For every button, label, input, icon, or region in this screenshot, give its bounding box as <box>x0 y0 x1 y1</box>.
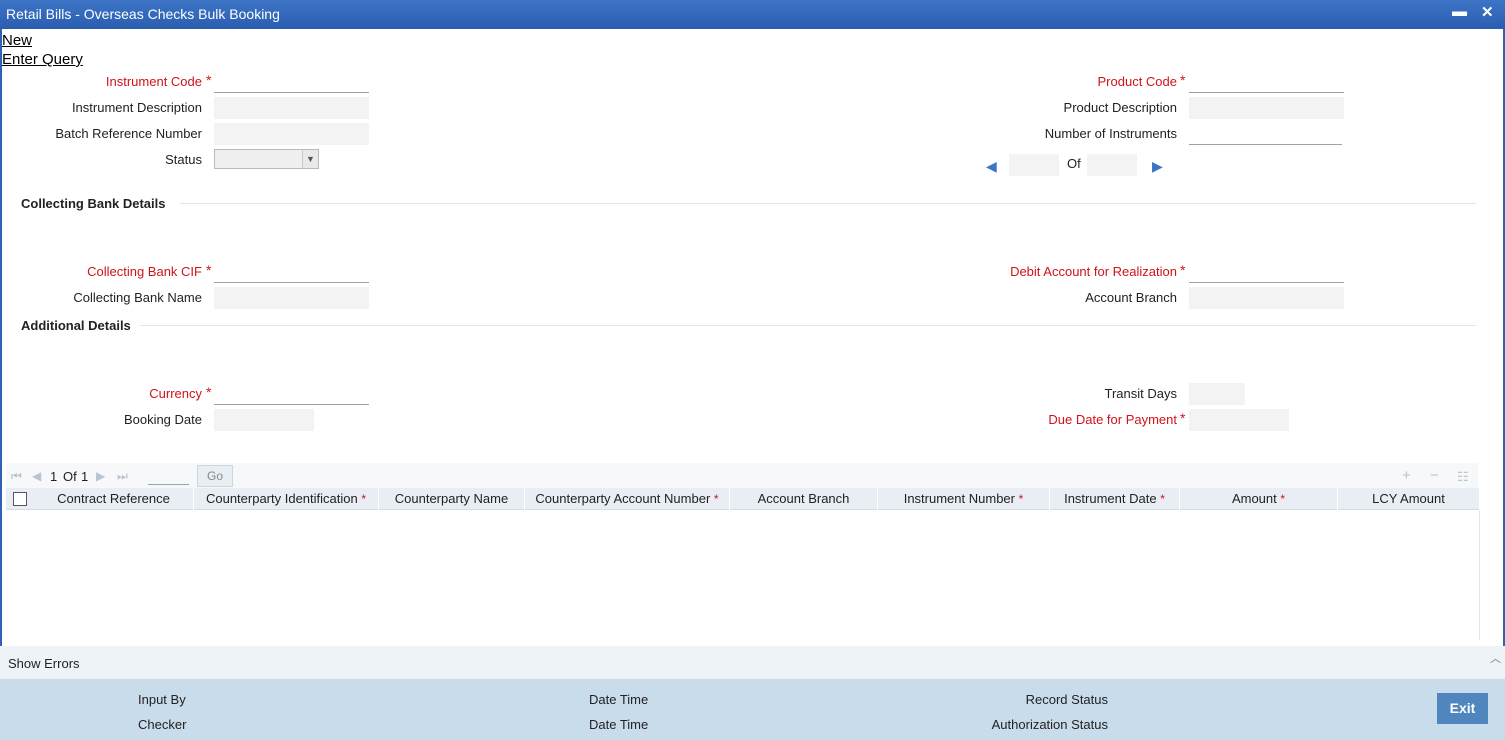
collecting-bank-cif-label: Collecting Bank CIF <box>87 264 202 279</box>
new-link[interactable]: New <box>2 32 32 49</box>
select-all-checkbox[interactable] <box>13 492 27 506</box>
checker-label: Checker <box>138 717 187 732</box>
status-label: Status <box>165 152 202 167</box>
due-date-label: Due Date for Payment <box>1048 412 1177 427</box>
product-code-input[interactable] <box>1189 71 1344 93</box>
required-mark: * <box>1180 72 1186 88</box>
page-number-input[interactable] <box>148 465 189 485</box>
product-description-label: Product Description <box>1063 100 1177 115</box>
required-mark: * <box>206 262 212 278</box>
previous-page-icon[interactable]: ◀ <box>32 469 41 483</box>
instrument-code-label: Instrument Code <box>105 74 202 89</box>
chevron-down-icon: ▼ <box>302 150 318 168</box>
required-mark: * <box>1180 262 1186 278</box>
instrument-description-label: Instrument Description <box>71 100 202 115</box>
previous-icon[interactable]: ◀ <box>986 158 997 175</box>
page-of-label: Of <box>63 469 77 484</box>
transit-days-input[interactable] <box>1189 383 1245 405</box>
exit-button[interactable]: Exit <box>1437 693 1488 724</box>
batch-reference-input[interactable] <box>214 123 369 145</box>
currency-input[interactable] <box>214 383 369 405</box>
column-header-lcy-amount[interactable]: LCY Amount <box>1338 488 1480 510</box>
collecting-bank-name-input[interactable] <box>214 287 369 309</box>
column-header-account-branch[interactable]: Account Branch <box>730 488 878 510</box>
grid-body <box>6 510 1480 640</box>
due-date-input[interactable] <box>1189 409 1289 431</box>
number-of-instruments-label: Number of Instruments <box>1044 126 1177 141</box>
minimize-icon[interactable]: ▬ <box>1452 3 1467 20</box>
authorization-status-label: Authorization Status <box>991 717 1108 732</box>
record-status-label: Record Status <box>1025 692 1108 707</box>
product-description-input[interactable] <box>1189 97 1344 119</box>
status-select[interactable]: ▼ <box>214 149 319 169</box>
required-mark: * <box>1160 492 1165 506</box>
total-instruments-input[interactable] <box>1087 154 1137 176</box>
account-branch-label: Account Branch <box>1085 290 1177 305</box>
close-icon[interactable]: ✕ <box>1481 3 1494 21</box>
transit-days-label: Transit Days <box>1104 386 1177 401</box>
required-mark: * <box>206 72 212 88</box>
collecting-bank-section-title: Collecting Bank Details <box>21 196 166 211</box>
add-row-icon[interactable]: + <box>1402 467 1411 484</box>
account-branch-input[interactable] <box>1189 287 1344 309</box>
currency-label: Currency <box>149 386 202 401</box>
collecting-bank-cif-input[interactable] <box>214 261 369 283</box>
column-header-amount[interactable]: Amount * <box>1180 488 1338 510</box>
required-mark: * <box>1280 492 1286 506</box>
instrument-description-input[interactable] <box>214 97 369 119</box>
enter-query-link[interactable]: Enter Query <box>2 51 83 68</box>
checker-date-time-label: Date Time <box>589 717 649 732</box>
collecting-bank-name-label: Collecting Bank Name <box>73 290 202 305</box>
input-by-label: Input By <box>138 692 186 707</box>
current-instrument-input[interactable] <box>1009 154 1059 176</box>
column-header-counterparty-identification[interactable]: Counterparty Identification * <box>194 488 379 510</box>
section-divider <box>180 203 1476 204</box>
grid-header: Contract Reference Counterparty Identifi… <box>6 488 1480 510</box>
batch-reference-label: Batch Reference Number <box>55 126 202 141</box>
column-header-counterparty-account-number[interactable]: Counterparty Account Number * <box>525 488 730 510</box>
show-errors-bar: Show Errors ︿ <box>0 646 1505 679</box>
booking-date-label: Booking Date <box>123 412 202 427</box>
next-icon[interactable]: ▶ <box>1152 158 1163 175</box>
window-frame-left <box>0 29 2 740</box>
required-mark: * <box>713 492 719 506</box>
required-mark: * <box>206 384 212 400</box>
required-mark: * <box>361 492 367 506</box>
of-label: Of <box>1067 156 1081 171</box>
section-divider <box>140 325 1476 326</box>
additional-details-section-title: Additional Details <box>21 318 131 333</box>
input-date-time-label: Date Time <box>589 692 649 707</box>
required-mark: * <box>1018 492 1024 506</box>
go-button[interactable]: Go <box>197 465 233 487</box>
first-page-icon[interactable]: ⏮ <box>11 469 22 484</box>
required-mark: * <box>1180 410 1186 426</box>
column-header-instrument-number[interactable]: Instrument Number * <box>878 488 1050 510</box>
chevron-up-icon[interactable]: ︿ <box>1490 650 1501 666</box>
product-code-label: Product Code <box>1097 74 1178 89</box>
instrument-code-input[interactable] <box>214 71 369 93</box>
page-total: 1 <box>81 469 89 484</box>
booking-date-input[interactable] <box>214 409 314 431</box>
window-title: Retail Bills - Overseas Checks Bulk Book… <box>6 6 280 22</box>
debit-account-label: Debit Account for Realization <box>1010 264 1177 279</box>
column-header-contract-reference[interactable]: Contract Reference <box>34 488 194 510</box>
window-title-bar: Retail Bills - Overseas Checks Bulk Book… <box>0 0 1505 29</box>
page-current: 1 <box>50 469 58 484</box>
column-header-instrument-date[interactable]: Instrument Date * <box>1050 488 1180 510</box>
last-page-icon[interactable]: ⏭ <box>117 469 128 484</box>
audit-footer: Input By Checker Date Time Date Time Rec… <box>0 679 1505 740</box>
column-header-counterparty-name[interactable]: Counterparty Name <box>379 488 525 510</box>
delete-row-icon[interactable]: − <box>1430 467 1439 484</box>
number-of-instruments-input[interactable] <box>1189 123 1342 145</box>
debit-account-input[interactable] <box>1189 261 1344 283</box>
list-view-icon[interactable]: ☷ <box>1457 469 1469 485</box>
next-page-icon[interactable]: ▶ <box>96 469 105 483</box>
show-errors-link[interactable]: Show Errors <box>8 656 80 671</box>
